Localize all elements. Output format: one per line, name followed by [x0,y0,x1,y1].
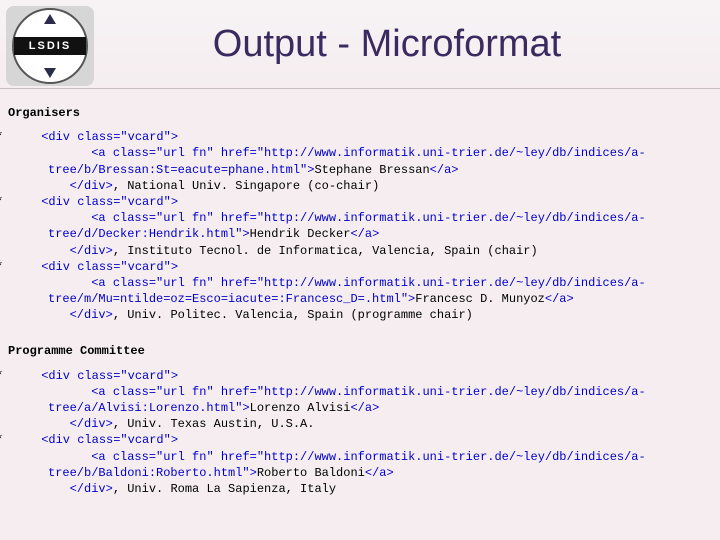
slide: LSDIS Output - Microformat Organisers * <… [0,0,720,540]
vcard-open-tag: <div class="vcard"> [41,369,178,383]
anchor-close-tag: </a> [430,163,459,177]
person-name: Hendrik Decker [250,227,351,241]
anchor-close-tag: </a> [545,292,574,306]
logo-text: LSDIS [14,37,86,55]
affiliation-text: , Instituto Tecnol. de Informatica, Vale… [113,244,538,258]
person-name: Lorenzo Alvisi [250,401,351,415]
vcard-open-tag: <div class="vcard"> [41,130,178,144]
affiliation-text: , National Univ. Singapore (co-chair) [113,179,379,193]
bullet: * [22,368,34,384]
lsdis-logo: LSDIS [6,6,94,86]
vcard-close-tag: </div> [70,417,113,431]
spacer [8,323,706,337]
affiliation-text: , Univ. Roma La Sapienza, Italy [113,482,336,496]
vcard-close-tag: </div> [70,482,113,496]
bullet: * [22,129,34,145]
arrow-up-icon [44,14,56,24]
vcard-open-tag: <div class="vcard"> [41,433,178,447]
header-bar: LSDIS Output - Microformat [0,0,720,89]
slide-content: Organisers * <div class="vcard"> <a class… [0,89,720,497]
bullet: * [22,432,34,448]
bullet: * [22,259,34,275]
list-item: * <div class="vcard"> <a class="url fn" … [8,368,706,433]
list-item: * <div class="vcard"> <a class="url fn" … [8,129,706,194]
person-name: Stephane Bressan [314,163,429,177]
section-heading: Organisers [8,105,706,121]
anchor-close-tag: </a> [365,466,394,480]
affiliation-text: , Univ. Politec. Valencia, Spain (progra… [113,308,473,322]
vcard-open-tag: <div class="vcard"> [41,195,178,209]
vcard-close-tag: </div> [70,244,113,258]
bullet: * [22,194,34,210]
logo-circle: LSDIS [12,8,88,84]
list-item: * <div class="vcard"> <a class="url fn" … [8,259,706,324]
list-item: * <div class="vcard"> <a class="url fn" … [8,432,706,497]
section-heading: Programme Committee [8,343,706,359]
vcard-close-tag: </div> [70,308,113,322]
arrow-down-icon [44,68,56,78]
anchor-close-tag: </a> [350,227,379,241]
person-name: Roberto Baldoni [257,466,365,480]
affiliation-text: , Univ. Texas Austin, U.S.A. [113,417,315,431]
vcard-close-tag: </div> [70,179,113,193]
slide-title: Output - Microformat [94,23,720,66]
vcard-open-tag: <div class="vcard"> [41,260,178,274]
list-item: * <div class="vcard"> <a class="url fn" … [8,194,706,259]
anchor-close-tag: </a> [350,401,379,415]
person-name: Francesc D. Munyoz [415,292,545,306]
